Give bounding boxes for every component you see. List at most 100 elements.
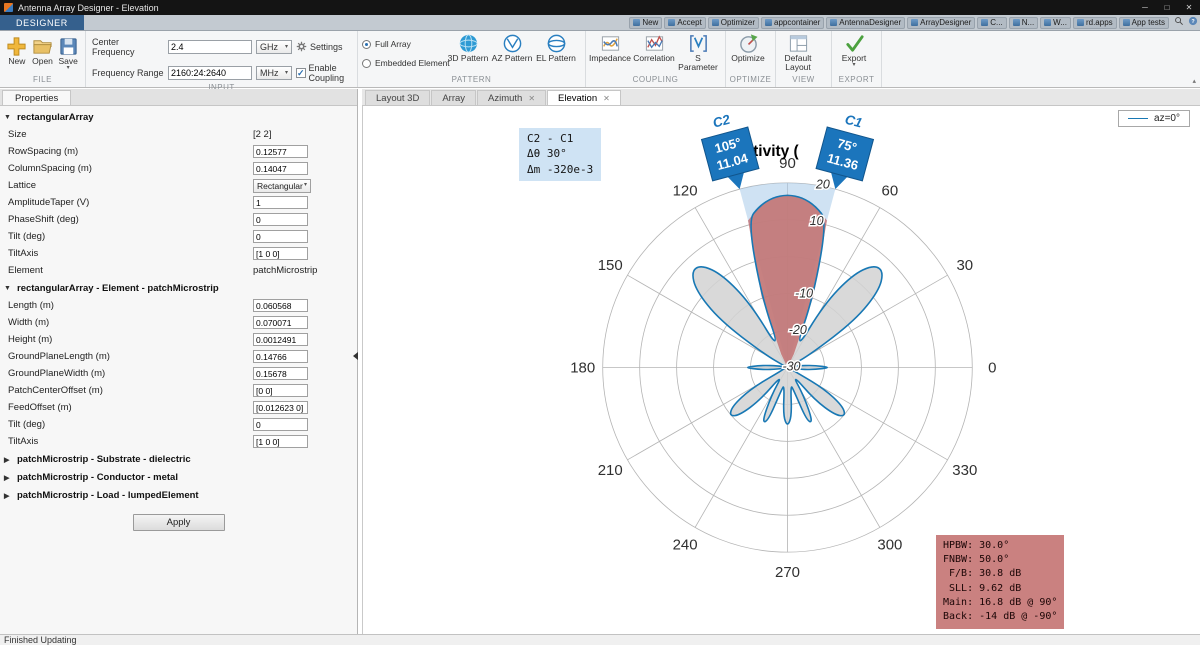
quick-item-c-[interactable]: C...	[977, 17, 1006, 29]
property-section-title: rectangularArray	[17, 112, 94, 123]
center-frequency-input[interactable]	[168, 40, 252, 54]
property-select-lattice[interactable]: Rectangular▾	[253, 179, 311, 193]
help-icon[interactable]: ?	[1186, 15, 1200, 27]
property-section-header[interactable]: ▼rectangularArray - Element - patchMicro…	[0, 279, 357, 297]
quick-item-optimizer[interactable]: Optimizer	[708, 17, 759, 29]
property-input-width-m-[interactable]	[253, 316, 308, 329]
quick-item-accept[interactable]: Accept	[664, 17, 705, 29]
section-label-pattern: PATTERN	[358, 75, 585, 87]
property-input-patchcenteroffset-m-[interactable]	[253, 384, 308, 397]
default-layout-button[interactable]: Default Layout	[776, 31, 820, 73]
property-input-height-m-[interactable]	[253, 333, 308, 346]
close-tab-icon[interactable]: ✕	[528, 94, 535, 103]
quick-item-arraydesigner[interactable]: ArrayDesigner	[907, 17, 975, 29]
property-label: TiltAxis	[8, 436, 253, 447]
embedded-element-radio[interactable]: Embedded Element	[362, 58, 440, 68]
app-icon	[4, 3, 13, 12]
property-section-header[interactable]: ▶patchMicrostrip - Conductor - metal	[0, 468, 357, 486]
impedance-button[interactable]: Impedance	[588, 31, 632, 63]
property-input-tilt-deg-[interactable]	[253, 230, 308, 243]
splitter-handle[interactable]	[353, 352, 358, 360]
quick-item-new[interactable]: New	[629, 17, 662, 29]
property-row: Height (m)	[0, 331, 357, 348]
collapse-toolstrip-icon[interactable]: ▴	[1192, 77, 1196, 85]
doc-tab-layout-3d[interactable]: Layout 3D	[365, 90, 430, 105]
enable-coupling-checkbox[interactable]: ✓	[296, 68, 306, 78]
open-button[interactable]: Open	[30, 34, 56, 66]
s-parameter-button[interactable]: S Parameter	[676, 31, 720, 73]
chevron-down-icon: ▾	[285, 45, 288, 50]
beam-stats-annotation[interactable]: HPBW: 30.0° FNBW: 50.0° F/B: 30.8 dB SLL…	[936, 535, 1064, 629]
maximize-button[interactable]: □	[1156, 0, 1178, 15]
quick-item-rd-apps[interactable]: rd.apps	[1073, 17, 1117, 29]
new-button[interactable]: New	[4, 34, 30, 66]
center-frequency-unit-select[interactable]: GHz▾	[256, 40, 292, 54]
property-input-tilt-deg-[interactable]	[253, 418, 308, 431]
chevron-down-icon: ▾	[285, 71, 288, 76]
property-input-rowspacing-m-[interactable]	[253, 145, 308, 158]
minimize-button[interactable]: ─	[1134, 0, 1156, 15]
pattern-az-icon	[502, 33, 523, 54]
close-button[interactable]: ✕	[1178, 0, 1200, 15]
3d-pattern-button[interactable]: 3D Pattern	[446, 31, 490, 63]
svg-text:240: 240	[673, 537, 698, 554]
frequency-range-input[interactable]	[168, 66, 252, 80]
doc-tab-elevation[interactable]: Elevation✕	[547, 90, 621, 105]
quick-item-label: Optimizer	[721, 18, 755, 27]
property-label: ColumnSpacing (m)	[8, 163, 253, 174]
correlation-button[interactable]: Correlation	[632, 31, 676, 63]
property-input-phaseshift-deg-[interactable]	[253, 213, 308, 226]
property-row: Length (m)	[0, 297, 357, 314]
property-input-groundplanewidth-m-[interactable]	[253, 367, 308, 380]
save-button[interactable]: Save▾	[55, 34, 81, 71]
settings-button[interactable]: Settings	[296, 41, 353, 54]
doc-tab-azimuth[interactable]: Azimuth✕	[477, 90, 546, 105]
expand-arrow-icon[interactable]: ▶	[4, 456, 12, 464]
property-input-tiltaxis[interactable]	[253, 247, 308, 260]
az-pattern-button[interactable]: AZ Pattern	[490, 31, 534, 63]
section-label-optimize: OPTIMIZE	[726, 75, 775, 87]
expand-arrow-icon[interactable]: ▶	[4, 492, 12, 500]
frequency-range-unit-select[interactable]: MHz▾	[256, 66, 292, 80]
app-window-icon	[1044, 19, 1051, 26]
quick-item-appcontainer[interactable]: appcontainer	[761, 17, 824, 29]
doc-tab-array[interactable]: Array	[431, 90, 476, 105]
property-label: Tilt (deg)	[8, 419, 253, 430]
property-input-length-m-[interactable]	[253, 299, 308, 312]
expand-arrow-icon[interactable]: ▶	[4, 474, 12, 482]
export-button[interactable]: Export▾	[832, 31, 876, 68]
property-input-tiltaxis[interactable]	[253, 435, 308, 448]
property-input-columnspacing-m-[interactable]	[253, 162, 308, 175]
property-value: [2 2]	[253, 129, 272, 140]
svg-text:60: 60	[882, 182, 899, 199]
radio-dot-icon	[362, 40, 371, 49]
property-section-header[interactable]: ▼ rectangularArray	[0, 108, 357, 126]
select-value: Rectangular	[257, 181, 303, 191]
property-section-header[interactable]: ▶patchMicrostrip - Substrate - dielectri…	[0, 450, 357, 468]
close-tab-icon[interactable]: ✕	[603, 94, 610, 103]
app-window-icon	[765, 19, 772, 26]
search-icon[interactable]	[1172, 15, 1186, 27]
tab-properties[interactable]: Properties	[2, 90, 71, 105]
cursor-delta-readout[interactable]: C2 - C1 Δθ 30° Δm -320e-3	[519, 128, 601, 181]
collapse-arrow-icon[interactable]: ▼	[4, 114, 12, 121]
radio-label: Embedded Element	[375, 58, 450, 68]
quick-item-w-[interactable]: W...	[1040, 17, 1071, 29]
quick-item-antennadesigner[interactable]: AntennaDesigner	[826, 17, 905, 29]
apply-button[interactable]: Apply	[133, 514, 225, 531]
property-row: Tilt (deg)	[0, 416, 357, 433]
property-input-groundplanelength-m-[interactable]	[253, 350, 308, 363]
svg-text:0: 0	[988, 359, 996, 376]
el-pattern-button[interactable]: EL Pattern	[534, 31, 578, 63]
property-input-feedoffset-m-[interactable]	[253, 401, 308, 414]
legend[interactable]: az=0°	[1118, 110, 1190, 127]
svg-text:-10: -10	[795, 287, 813, 301]
property-section-header[interactable]: ▶patchMicrostrip - Load - lumpedElement	[0, 486, 357, 504]
quick-item-app-tests[interactable]: App tests	[1119, 17, 1169, 29]
optimize-button[interactable]: Optimize	[726, 31, 770, 63]
collapse-arrow-icon[interactable]: ▼	[4, 285, 12, 292]
full-array-radio[interactable]: Full Array	[362, 39, 440, 49]
quick-item-n-[interactable]: N...	[1009, 17, 1038, 29]
tab-designer[interactable]: DESIGNER	[0, 15, 84, 30]
property-input-amplitudetaper-v-[interactable]	[253, 196, 308, 209]
